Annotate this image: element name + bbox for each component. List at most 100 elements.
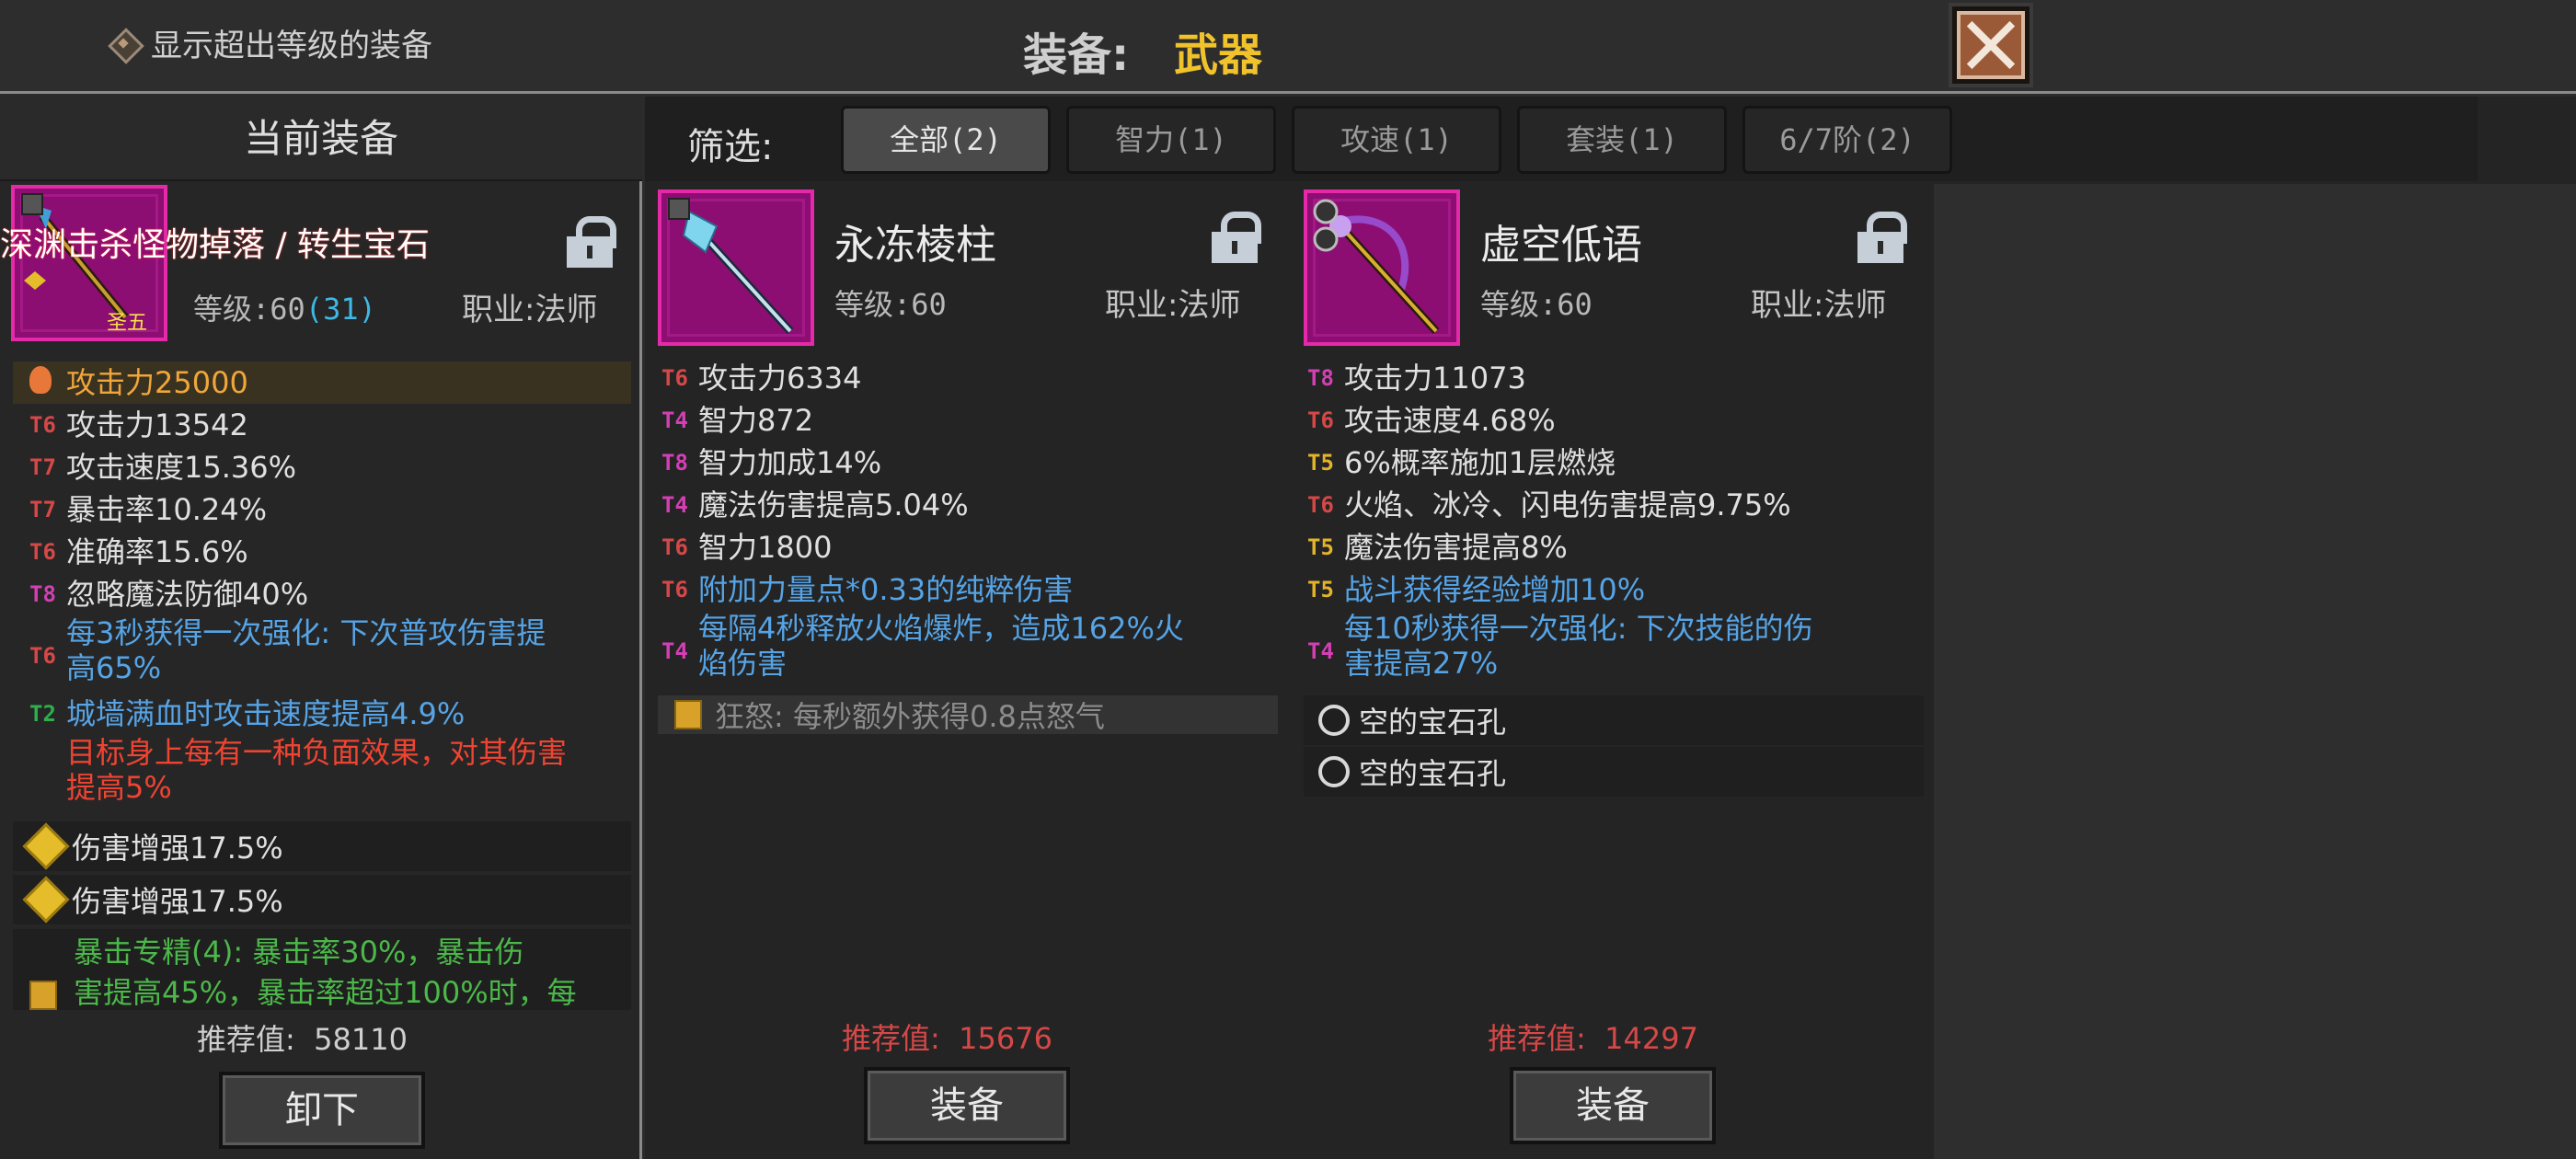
- gem-slot: 伤害增强17.5%: [13, 821, 631, 871]
- yellow-gem-icon: [22, 822, 70, 870]
- stat-row: 攻击力25000: [13, 361, 631, 404]
- stat-row: T6 攻击力13542: [13, 404, 631, 446]
- stat-text: 准确率15.6%: [66, 534, 248, 569]
- item-class: 职业:法师: [1751, 287, 1887, 324]
- stat-text: 附加力量点*0.33的纯粹伤害: [698, 572, 1074, 607]
- item-level: 等级:60(31): [193, 292, 376, 327]
- stat-text: 每10秒获得一次强化: 下次技能的伤: [1344, 611, 1813, 646]
- stat-row: T8 智力加成14%: [645, 442, 1280, 484]
- gem-slot: 伤害增强17.5%: [13, 875, 631, 924]
- item-level: 等级:60: [1480, 287, 1593, 322]
- stat-text: 攻击力13542: [66, 407, 248, 442]
- stat-text: 攻击速度15.36%: [66, 450, 297, 485]
- stat-row: T4 魔法伤害提高5.04%: [645, 484, 1280, 526]
- equip-button[interactable]: 装备: [1510, 1067, 1716, 1144]
- recommend-score: 推荐值: 14297: [1488, 1021, 1698, 1056]
- empty-gem-icon: [1318, 756, 1350, 787]
- stat-tier: [13, 735, 66, 763]
- stat-tier: T6: [661, 577, 688, 602]
- item-class: 职业:法师: [462, 292, 598, 328]
- lock-icon[interactable]: [1212, 212, 1261, 263]
- checkbox-diamond-icon[interactable]: [109, 29, 138, 58]
- filter-tab-all[interactable]: 全部(2): [841, 106, 1051, 174]
- void-staff-icon: [1313, 199, 1440, 335]
- stat-tier: T8: [1307, 365, 1334, 391]
- stat-row: T5 战斗获得经验增加10%: [1291, 568, 1926, 611]
- stat-row: T6 准确率15.6%: [13, 531, 631, 573]
- stat-row: T4 智力872: [645, 399, 1280, 442]
- lock-icon[interactable]: [567, 216, 616, 268]
- item-name: 永冻棱柱: [834, 222, 996, 269]
- stat-text: 攻击力25000: [66, 365, 248, 400]
- stat-row: T6 附加力量点*0.33的纯粹伤害: [645, 568, 1280, 611]
- set-bonus-line1: 暴击专精(4): 暴击率30%，暴击伤: [74, 935, 524, 970]
- stat-text: 攻击力11073: [1344, 361, 1526, 396]
- stat-row: 目标身上每有一种负面效果，对其伤害 提高5%: [13, 735, 631, 812]
- stat-tier: T7: [29, 454, 56, 480]
- equipment-card[interactable]: 虚空低语 等级:60 职业:法师 T8 攻击力11073 T6 攻击速度4.68% T5…: [1291, 184, 1935, 1159]
- stat-text: 火焰、冰冷、闪电伤害提高9.75%: [1344, 488, 1791, 522]
- stat-row: T6 智力1800: [645, 526, 1280, 568]
- equipment-slot-name: 武器: [1174, 29, 1263, 81]
- set-bonus-line2: 害提高45%，暴击率超过100%时，每: [74, 975, 577, 1010]
- stat-text: 智力加成14%: [698, 445, 882, 480]
- stat-row: T6 攻击力6334: [645, 357, 1280, 399]
- unequip-button[interactable]: 卸下: [219, 1072, 425, 1149]
- stat-tier: T6: [29, 539, 56, 565]
- top-bar: 显示超出等级的装备 装备: 武器: [0, 0, 2576, 94]
- stat-text-continued: 焰伤害: [698, 646, 788, 681]
- stat-text: 每隔4秒释放火焰爆炸，造成162%火: [698, 611, 1184, 646]
- empty-gem-slot[interactable]: 空的宝石孔: [1304, 747, 1924, 797]
- equipment-card[interactable]: 永冻棱柱 等级:60 职业:法师 T6 攻击力6334 T4 智力872 T8 智力加成1…: [645, 184, 1289, 1159]
- stat-text: 智力872: [698, 403, 814, 438]
- stat-row: T5 6%概率施加1层燃烧: [1291, 442, 1926, 484]
- drop-source-overlay-text: 深渊击杀怪物掉落 / 转生宝石: [0, 226, 431, 264]
- filter-tab-tier[interactable]: 6/7阶(2): [1742, 106, 1952, 174]
- stat-text: 智力1800: [698, 530, 833, 565]
- empty-list-column: [1934, 184, 2576, 1159]
- stat-tier: T6: [29, 643, 56, 669]
- item-icon[interactable]: [658, 189, 814, 346]
- yellow-gem-icon: [22, 876, 70, 924]
- stat-text: 忽略魔法防御40%: [66, 577, 309, 612]
- filter-tab-attack-speed[interactable]: 攻速(1): [1292, 106, 1501, 174]
- recommend-score: 推荐值: 58110: [197, 1022, 408, 1057]
- show-over-level-label: 显示超出等级的装备: [151, 28, 432, 64]
- stat-text: 攻击速度4.68%: [1344, 403, 1556, 438]
- item-class: 职业:法师: [1105, 287, 1241, 324]
- stat-tier: T4: [661, 638, 688, 664]
- stat-text: 魔法伤害提高8%: [1344, 530, 1568, 565]
- stat-tier: T6: [661, 365, 688, 391]
- filter-tab-intelligence[interactable]: 智力(1): [1066, 106, 1276, 174]
- lock-icon[interactable]: [1857, 212, 1907, 263]
- item-level: 等级:60: [834, 287, 947, 322]
- stat-row: T8 攻击力11073: [1291, 357, 1926, 399]
- stat-text: 战斗获得经验增加10%: [1344, 572, 1646, 607]
- show-over-level-toggle[interactable]: 显示超出等级的装备: [109, 20, 432, 65]
- set-book-icon: [29, 981, 57, 1010]
- stat-tier: T4: [1307, 638, 1334, 664]
- close-button[interactable]: [1949, 3, 2033, 87]
- recommend-score: 推荐值: 15676: [842, 1021, 1052, 1056]
- stat-row: T6 每3秒获得一次强化: 下次普攻伤害提 高65%: [13, 615, 631, 693]
- stat-row: T4 每隔4秒释放火焰爆炸，造成162%火 焰伤害: [645, 611, 1280, 688]
- close-icon: [1957, 11, 2025, 79]
- rage-book-icon: [674, 700, 702, 729]
- current-equipment-header: 当前装备: [0, 97, 642, 181]
- stat-row: T6 火焰、冰冷、闪电伤害提高9.75%: [1291, 484, 1926, 526]
- equip-button[interactable]: 装备: [864, 1067, 1070, 1144]
- empty-gem-slot[interactable]: 空的宝石孔: [1304, 695, 1924, 745]
- item-icon[interactable]: [1304, 189, 1460, 346]
- stat-row: T7 暴击率10.24%: [13, 488, 631, 531]
- rage-effect-row: 狂怒: 每秒额外获得0.8点怒气: [658, 695, 1278, 734]
- stat-tier: T8: [661, 450, 688, 476]
- stat-tier: T6: [1307, 492, 1334, 518]
- filter-tab-set[interactable]: 套装(1): [1517, 106, 1727, 174]
- stat-text: 每3秒获得一次强化: 下次普攻伤害提: [66, 615, 546, 650]
- stat-row: T7 攻击速度15.36%: [13, 446, 631, 488]
- current-equipment-panel: 当前装备 圣五 深渊击杀怪物掉落 / 转生宝石 等级:60(31) 职业:法师 …: [0, 97, 642, 1159]
- stat-row: T6 攻击速度4.68%: [1291, 399, 1926, 442]
- stat-text-continued: 害提高27%: [1344, 646, 1499, 681]
- stat-row: T8 忽略魔法防御40%: [13, 573, 631, 615]
- stat-text: 城墙满血时攻击速度提高4.9%: [66, 696, 466, 731]
